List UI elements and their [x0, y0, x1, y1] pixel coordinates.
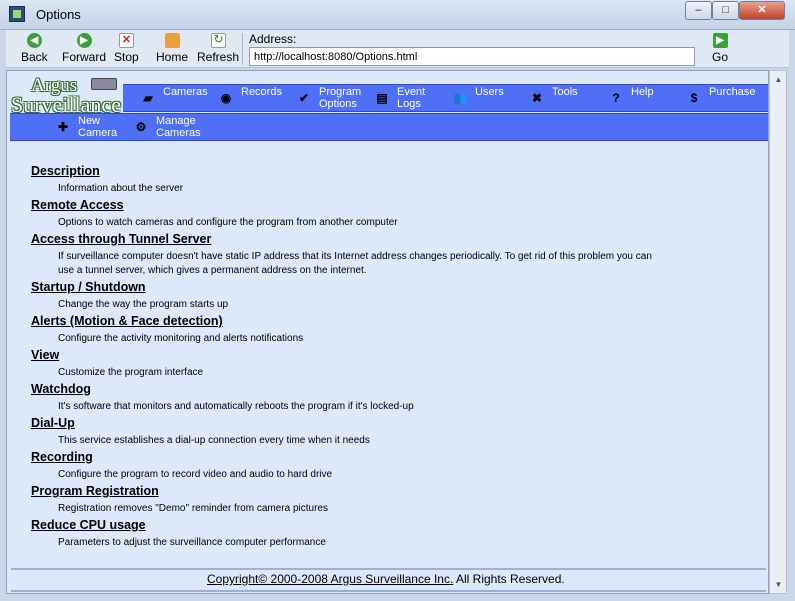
option-reduce-cpu: Reduce CPU usage Parameters to adjust th…: [31, 518, 658, 550]
option-watchdog: Watchdog It's software that monitors and…: [31, 382, 658, 414]
footer-divider-top: [11, 568, 766, 570]
scroll-up-icon[interactable]: ▲: [771, 72, 786, 87]
refresh-icon: [210, 32, 226, 48]
forward-button[interactable]: ▶ Forward: [62, 33, 106, 64]
camera-icon: ▰: [143, 91, 153, 105]
app-icon: [9, 6, 25, 22]
rights-text: All Rights Reserved.: [453, 572, 565, 586]
option-link[interactable]: View: [31, 348, 658, 362]
option-link[interactable]: Remote Access: [31, 198, 658, 212]
refresh-button[interactable]: Refresh: [197, 32, 240, 64]
option-desc: Configure the activity monitoring and al…: [58, 333, 304, 344]
vertical-scrollbar[interactable]: ▲ ▼: [769, 70, 787, 594]
option-link[interactable]: Program Registration: [31, 484, 658, 498]
menu-event-logs-label: Event Logs: [397, 86, 426, 110]
option-desc: Information about the server: [58, 183, 184, 194]
menu-cameras-label: Cameras: [163, 86, 208, 98]
option-view: View Customize the program interface: [31, 348, 658, 380]
option-link[interactable]: Startup / Shutdown: [31, 280, 658, 294]
add-camera-icon: ✚: [57, 120, 69, 134]
stop-icon: [118, 33, 134, 48]
scroll-down-icon[interactable]: ▼: [771, 577, 786, 592]
address-label: Address:: [249, 32, 297, 46]
toolbar-separator: [242, 33, 243, 65]
logo-camera-icon: [91, 78, 117, 90]
option-link[interactable]: Recording: [31, 450, 658, 464]
option-startup-shutdown: Startup / Shutdown Change the way the pr…: [31, 280, 658, 312]
address-input[interactable]: [249, 47, 695, 66]
help-icon: ?: [612, 91, 620, 105]
back-arrow-icon: ◀: [26, 33, 42, 48]
menu-tools-label: Tools: [552, 86, 578, 98]
copyright-link[interactable]: Copyright© 2000-2008 Argus Surveillance …: [207, 572, 453, 586]
menu-program-options-label: Program Options: [319, 86, 362, 110]
copyright: Copyright© 2000-2008 Argus Surveillance …: [207, 572, 565, 586]
option-remote-access: Remote Access Options to watch cameras a…: [31, 198, 658, 230]
option-link[interactable]: Watchdog: [31, 382, 658, 396]
option-desc: If surveillance computer doesn't have st…: [58, 251, 652, 276]
title-bar: Options – □ ✕: [0, 0, 795, 30]
refresh-label: Refresh: [197, 50, 240, 64]
option-link[interactable]: Alerts (Motion & Face detection): [31, 314, 658, 328]
option-link[interactable]: Access through Tunnel Server: [31, 232, 658, 246]
option-desc: It's software that monitors and automati…: [58, 401, 414, 412]
option-recording: Recording Configure the program to recor…: [31, 450, 658, 482]
footer-divider-bottom: [11, 590, 766, 592]
stop-button[interactable]: Stop: [114, 33, 139, 64]
option-desc: Change the way the program starts up: [58, 299, 229, 310]
menu-records-label: Records: [241, 86, 282, 98]
go-label: Go: [712, 50, 729, 64]
manage-cameras-icon: ⚙: [135, 120, 147, 134]
maximize-button[interactable]: □: [712, 1, 739, 20]
menu-users-label: Users: [475, 86, 504, 98]
option-link[interactable]: Dial-Up: [31, 416, 658, 430]
option-desc: Registration removes "Demo" reminder fro…: [58, 503, 328, 514]
home-icon: [164, 33, 180, 48]
sub-menu: ✚ New Camera ⚙ Manage Cameras: [10, 113, 768, 141]
go-arrow-icon: ▶: [712, 33, 728, 48]
web-content: Argus Surveillance ▰ Cameras ◉ Records ✔…: [6, 70, 769, 594]
submenu-new-camera-label: New Camera: [78, 115, 118, 139]
option-link[interactable]: Reduce CPU usage: [31, 518, 658, 532]
go-button[interactable]: ▶ Go: [712, 33, 728, 64]
close-button[interactable]: ✕: [739, 1, 785, 20]
tools-icon: ✖: [531, 91, 543, 105]
option-description: Description Information about the server: [31, 164, 658, 196]
dollar-icon: $: [690, 91, 698, 105]
home-label: Home: [156, 50, 189, 64]
option-program-registration: Program Registration Registration remove…: [31, 484, 658, 516]
option-desc: Configure the program to record video an…: [58, 469, 333, 480]
argus-logo[interactable]: Argus Surveillance: [11, 75, 125, 117]
option-desc: Parameters to adjust the surveillance co…: [58, 537, 326, 548]
window-title: Options: [36, 7, 81, 22]
submenu-manage-cameras-label: Manage Cameras: [156, 115, 201, 139]
back-button[interactable]: ◀ Back: [21, 33, 48, 64]
document-icon: ▤: [376, 91, 388, 105]
home-button[interactable]: Home: [156, 33, 188, 64]
forward-arrow-icon: ▶: [76, 33, 92, 48]
option-desc: Customize the program interface: [58, 367, 204, 378]
option-dial-up: Dial-Up This service establishes a dial-…: [31, 416, 658, 448]
back-label: Back: [21, 50, 48, 64]
minimize-button[interactable]: –: [685, 1, 712, 20]
users-icon: 👥: [453, 91, 468, 105]
checkmark-icon: ✔: [298, 91, 310, 105]
disc-icon: ◉: [220, 91, 232, 105]
option-desc: Options to watch cameras and configure t…: [58, 217, 398, 228]
option-tunnel-server: Access through Tunnel Server If surveill…: [31, 232, 658, 278]
option-alerts: Alerts (Motion & Face detection) Configu…: [31, 314, 658, 346]
forward-label: Forward: [62, 50, 107, 64]
browser-toolbar: ◀ Back ▶ Forward Stop Home Refresh Addre…: [6, 30, 789, 68]
option-link[interactable]: Description: [31, 164, 658, 178]
menu-help-label: Help: [631, 86, 654, 98]
main-menu: ▰ Cameras ◉ Records ✔ Program Options ▤ …: [123, 84, 768, 112]
option-desc: This service establishes a dial-up conne…: [58, 435, 370, 446]
stop-label: Stop: [114, 50, 139, 64]
menu-purchase-label: Purchase: [709, 86, 756, 98]
